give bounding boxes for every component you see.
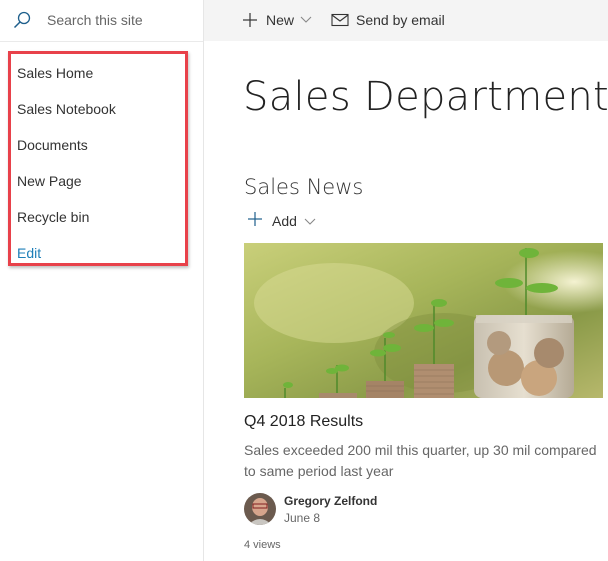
search-icon (12, 10, 32, 30)
nav-item-sales-notebook[interactable]: Sales Notebook (17, 101, 116, 117)
search-box[interactable]: Search this site (0, 0, 203, 42)
nav-item-recycle-bin[interactable]: Recycle bin (17, 209, 89, 225)
add-news-button[interactable]: Add (247, 211, 316, 230)
nav-item-new-page[interactable]: New Page (17, 173, 82, 189)
page-title: Sales Department (243, 74, 608, 120)
sidebar: Search this site Sales Home Sales Notebo… (0, 0, 204, 561)
news-article-title[interactable]: Q4 2018 Results (244, 413, 363, 431)
new-button[interactable]: New (242, 12, 312, 28)
add-news-label: Add (272, 212, 297, 229)
article-views: 4 views (244, 539, 281, 551)
news-article-description: Sales exceeded 200 mil this quarter, up … (244, 442, 597, 479)
send-by-email-button[interactable]: Send by email (331, 12, 445, 28)
new-button-label: New (266, 12, 295, 28)
nav-edit-link[interactable]: Edit (17, 245, 41, 261)
mail-icon (331, 13, 349, 27)
command-bar: New Send by email (204, 0, 608, 41)
plus-icon (242, 12, 258, 28)
search-input[interactable]: Search this site (47, 12, 143, 28)
nav-item-documents[interactable]: Documents (17, 137, 88, 153)
chevron-down-icon (304, 213, 316, 229)
site-navigation (8, 51, 188, 266)
nav-item-sales-home[interactable]: Sales Home (17, 65, 93, 81)
news-article-image[interactable] (244, 243, 603, 398)
author-name[interactable]: Gregory Zelfond (284, 494, 377, 508)
article-date: June 8 (284, 511, 321, 525)
plus-icon (247, 211, 263, 230)
chevron-down-icon (300, 16, 312, 24)
send-by-email-label: Send by email (356, 12, 445, 28)
news-section-title: Sales News (244, 175, 364, 199)
author-avatar[interactable] (244, 493, 276, 525)
